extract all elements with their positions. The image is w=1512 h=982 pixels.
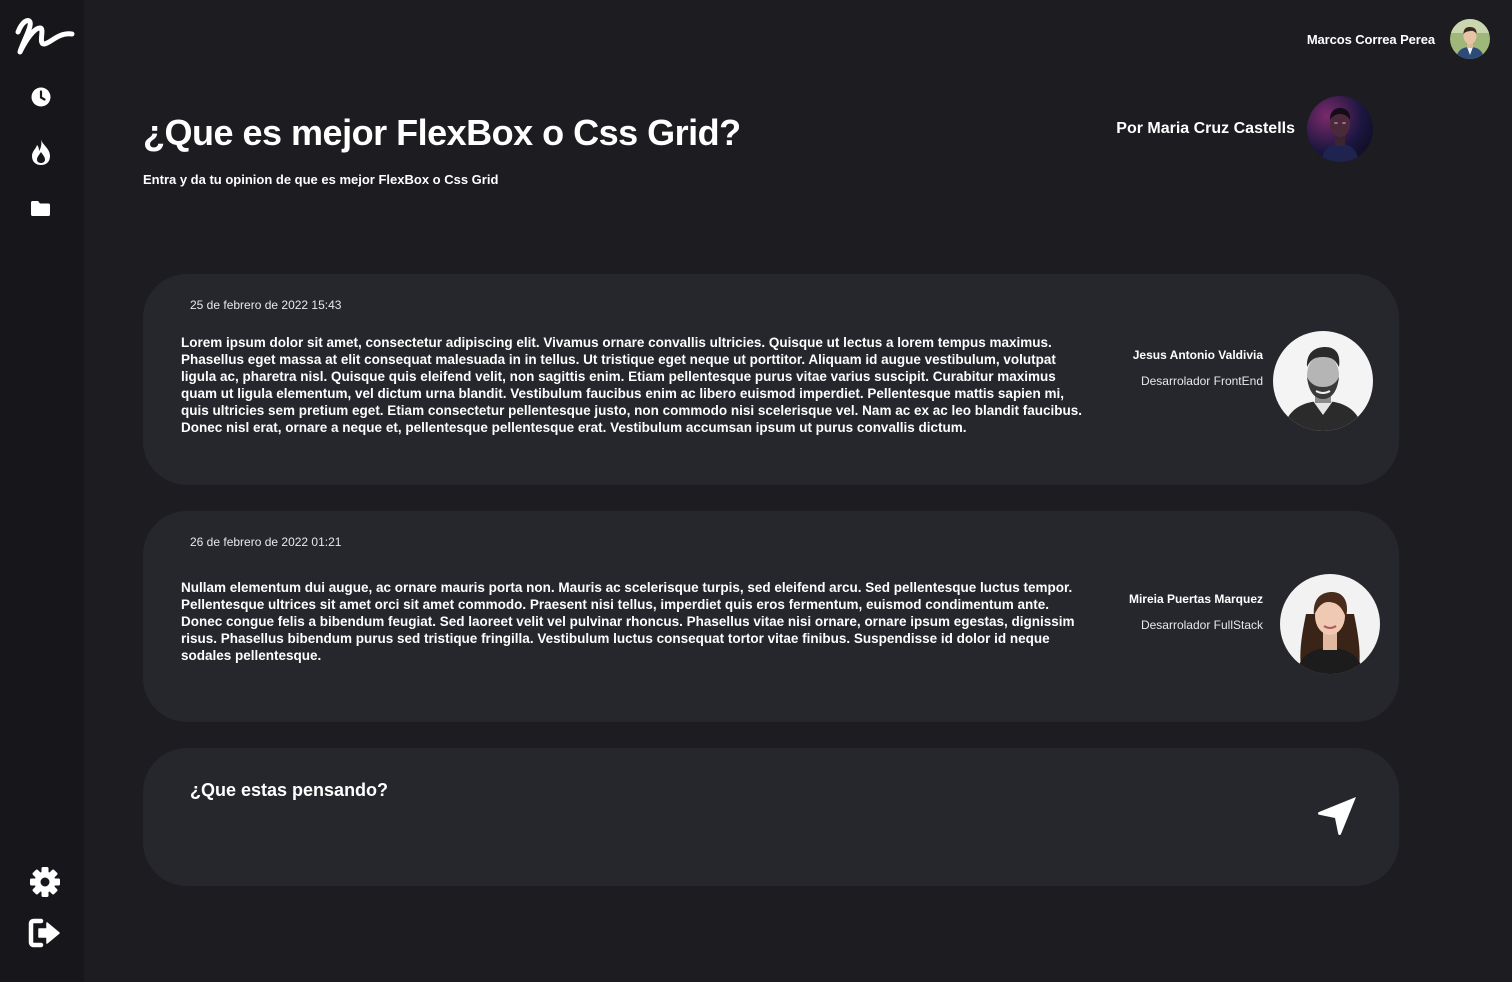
- comment-author-role: Desarrolador FrontEnd: [1140, 374, 1263, 388]
- post-author-avatar[interactable]: [1307, 96, 1373, 162]
- comment-author-name: Mireia Puertas Marquez: [1128, 592, 1263, 606]
- comment-text: Lorem ipsum dolor sit amet, consectetur …: [181, 335, 1083, 435]
- user-name: Marcos Correa Perea: [1306, 31, 1435, 47]
- send-icon: [1315, 797, 1359, 842]
- settings-button[interactable]: [29, 866, 61, 898]
- comment-card: 25 de febrero de 2022 15:43 Lorem ipsum …: [143, 274, 1399, 485]
- comment-input[interactable]: [190, 780, 1190, 801]
- comment-card: 26 de febrero de 2022 01:21 Nullam eleme…: [143, 511, 1399, 722]
- flame-icon: [30, 138, 52, 166]
- send-button[interactable]: [1315, 794, 1359, 838]
- comment-author: Jesus Antonio Valdivia Desarrolador Fron…: [1123, 348, 1263, 388]
- sidebar: [0, 0, 84, 982]
- logout-button[interactable]: [28, 918, 62, 948]
- comment-author: Mireia Puertas Marquez Desarrolador Full…: [1123, 592, 1263, 632]
- post-author-name: Por Maria Cruz Castells: [1116, 120, 1295, 137]
- user-avatar[interactable]: [1450, 19, 1490, 59]
- comment-date: 25 de febrero de 2022 15:43: [190, 298, 342, 312]
- page-subtitle: Entra y da tu opinion de que es mejor Fl…: [143, 172, 499, 187]
- comment-date: 26 de febrero de 2022 01:21: [190, 535, 342, 549]
- comment-author-avatar[interactable]: [1280, 574, 1380, 674]
- comment-text: Nullam elementum dui augue, ac ornare ma…: [181, 580, 1075, 663]
- page-title: ¿Que es mejor FlexBox o Css Grid?: [143, 112, 741, 153]
- post-author[interactable]: Por Maria Cruz Castells: [1116, 96, 1373, 162]
- logout-icon: [28, 918, 62, 948]
- sidebar-item-trending[interactable]: [30, 138, 52, 166]
- clock-icon: [31, 87, 51, 107]
- sidebar-item-recent[interactable]: [30, 86, 52, 108]
- comment-composer: [143, 748, 1399, 886]
- comment-author-role: Desarrolador FullStack: [1140, 618, 1263, 632]
- signature-logo-icon[interactable]: [14, 14, 76, 56]
- current-user[interactable]: Marcos Correa Perea: [1307, 18, 1490, 60]
- gear-icon: [29, 866, 61, 898]
- comment-author-avatar[interactable]: [1273, 331, 1373, 431]
- sidebar-item-folders[interactable]: [29, 199, 51, 217]
- comment-author-name: Jesus Antonio Valdivia: [1132, 348, 1263, 362]
- folder-icon: [30, 200, 51, 217]
